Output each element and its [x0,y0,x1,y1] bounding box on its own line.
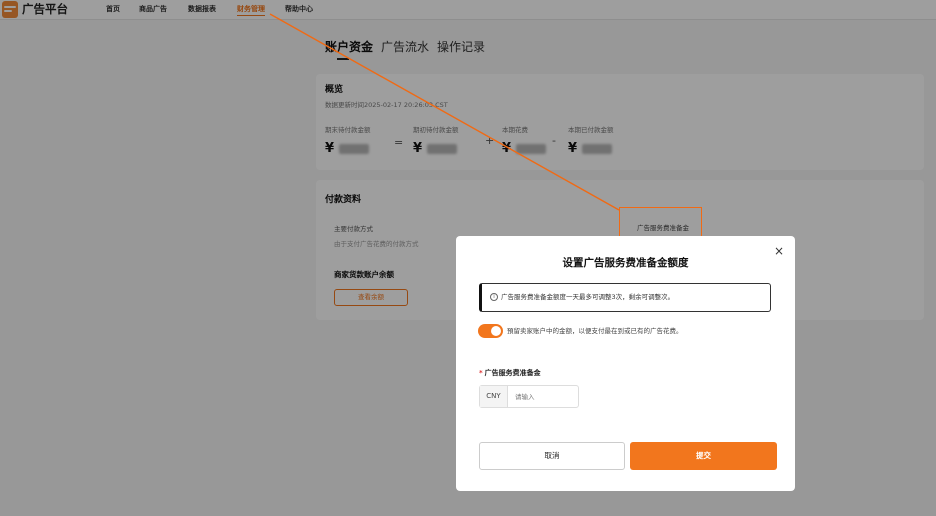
reserve-amount-label: * 广告服务费准备金 [479,368,541,378]
dialog-title: 设置广告服务费准备金额度 [562,257,689,269]
cancel-button[interactable]: 取消 [479,442,625,470]
info-icon: i [490,293,498,301]
currency-prefix: CNY [480,386,508,407]
reserve-fund-dialog: 设置广告服务费准备金额度 × i 广告服务费准备金额度一天最多可调整3次，剩余可… [456,236,795,491]
reserve-amount-label-text: 广告服务费准备金 [484,369,541,377]
close-icon[interactable]: × [774,244,784,258]
notice-banner: i 广告服务费准备金额度一天最多可调整3次，剩余可调整次。 [479,283,771,312]
reserve-toggle-label: 預留卖家账户中的金额，以便支付最在到或已有的广告花费。 [507,327,683,335]
notice-text: 广告服务费准备金额度一天最多可调整3次，剩余可调整次。 [501,293,675,301]
reserve-amount-input[interactable] [510,387,576,406]
reserve-toggle[interactable] [478,324,503,338]
required-mark: * [479,369,483,377]
submit-button[interactable]: 提交 [630,442,777,470]
reserve-amount-field: CNY [479,385,579,408]
